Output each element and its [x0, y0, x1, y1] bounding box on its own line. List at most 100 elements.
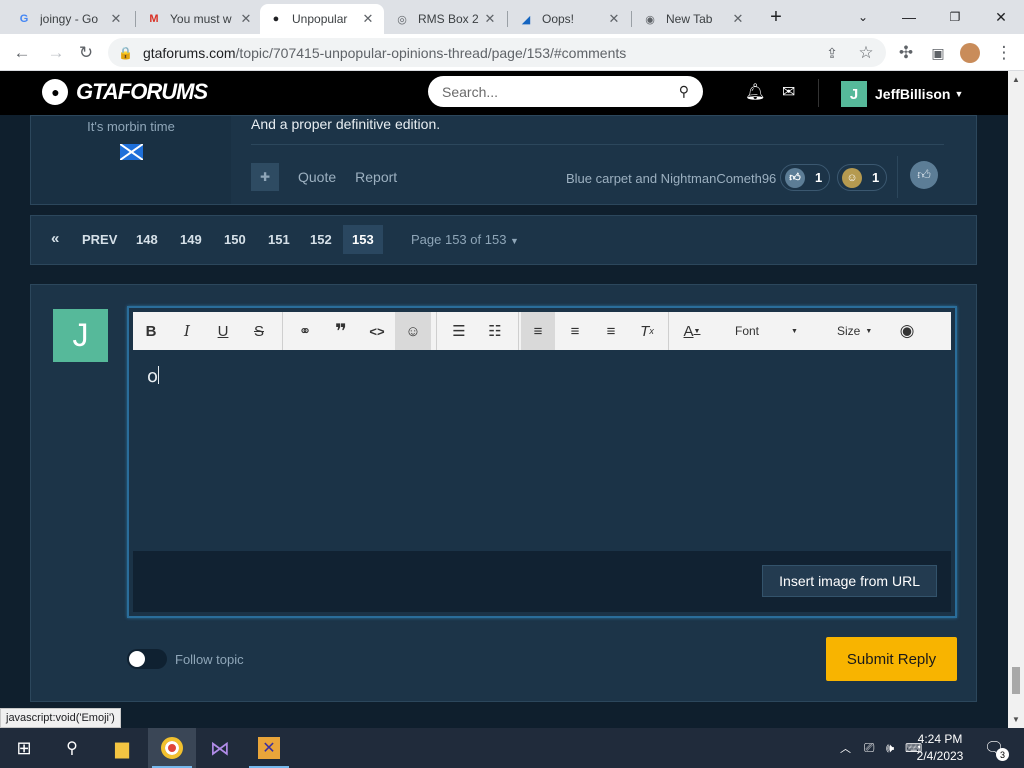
search-icon[interactable]: ⚲: [48, 728, 96, 768]
chrome-icon: ◉: [645, 13, 655, 26]
network-icon[interactable]: ⎚: [864, 728, 874, 768]
toggle-switch[interactable]: [127, 649, 167, 669]
lock-icon: 🔒: [118, 45, 133, 60]
report-link[interactable]: Report: [355, 169, 397, 185]
url-bar[interactable]: 🔒 gtaforums.com/topic/707415-unpopular-o…: [108, 38, 886, 67]
page-link[interactable]: 150: [224, 232, 246, 247]
forward-arrow-icon[interactable]: →: [44, 41, 68, 65]
bulleted-list-icon[interactable]: ☰: [441, 312, 477, 350]
search-input[interactable]: Search... ⚲: [428, 76, 703, 107]
bold-icon[interactable]: B: [133, 312, 169, 350]
reply-box: J B I U S ⚭ ❞ <> ☺ ☰ ☷ ≡ ≡ ≡ Tx A ▼ Font…: [30, 284, 977, 702]
insert-image-url-button[interactable]: Insert image from URL: [762, 565, 937, 597]
clear-format-icon[interactable]: Tx: [629, 312, 665, 350]
size-dropdown[interactable]: Size ▼: [837, 312, 872, 350]
bookmark-star-icon[interactable]: ☆: [854, 41, 878, 65]
page-link[interactable]: 148: [136, 232, 158, 247]
tab-oops[interactable]: ◢ Oops! ✕: [510, 4, 630, 34]
forum-post: It's morbin time And a proper definitive…: [30, 115, 977, 205]
back-arrow-icon[interactable]: ←: [10, 41, 34, 65]
tab-google-search[interactable]: G joingy - Go ✕: [8, 4, 132, 34]
submit-reply-button[interactable]: Submit Reply: [826, 637, 957, 681]
scroll-down-arrow-icon[interactable]: ▼: [1012, 715, 1020, 724]
notification-center-icon[interactable]: 🗨︎ 3: [984, 728, 1009, 768]
search-icon[interactable]: ⚲: [679, 83, 689, 100]
code-icon[interactable]: <>: [359, 312, 395, 350]
align-left-icon[interactable]: ≡: [521, 312, 555, 350]
react-button-icon[interactable]: 👍︎: [910, 161, 938, 189]
quote-link[interactable]: Quote: [298, 169, 336, 185]
user-menu[interactable]: J JeffBillison ▼: [841, 81, 963, 107]
xampp-icon[interactable]: ✕: [245, 728, 293, 768]
taskbar-clock[interactable]: 4:24 PM 2/4/2023: [910, 731, 970, 765]
numbered-list-icon[interactable]: ☷: [477, 312, 513, 350]
link-status-bubble: javascript:void('Emoji'): [0, 708, 121, 728]
site-header: ● GTAFORUMS Search... ⚲ 🔔︎ ✉ J JeffBilli…: [0, 71, 1008, 115]
windows-start-icon[interactable]: ⊞: [0, 728, 48, 768]
scroll-up-arrow-icon[interactable]: ▲: [1012, 75, 1020, 84]
tray-overflow-chevron-icon[interactable]: ︿: [840, 728, 851, 768]
share-icon[interactable]: ⇪: [820, 41, 844, 65]
page-link[interactable]: 151: [268, 232, 290, 247]
emoji-icon[interactable]: ☺: [395, 312, 431, 350]
new-tab-plus-icon[interactable]: +: [753, 0, 799, 34]
rich-text-editor[interactable]: B I U S ⚭ ❞ <> ☺ ☰ ☷ ≡ ≡ ≡ Tx A ▼ Font ▼…: [127, 306, 957, 618]
reaction-face-count[interactable]: ☺ 1: [837, 164, 887, 191]
restore-icon[interactable]: ❐: [932, 0, 978, 34]
scrollbar-thumb[interactable]: [1012, 667, 1020, 694]
multiquote-plus-icon[interactable]: ✚: [251, 163, 279, 191]
editor-content[interactable]: o: [147, 366, 160, 387]
close-window-icon[interactable]: ✕: [978, 0, 1024, 34]
prev-page-link[interactable]: PREV: [82, 232, 117, 247]
chrome-taskbar-icon[interactable]: [148, 728, 196, 768]
scotland-flag-icon: [120, 144, 143, 160]
first-page-double-chevron-icon[interactable]: «: [51, 230, 59, 247]
visual-studio-icon[interactable]: ⋈: [196, 728, 244, 768]
close-tab-icon[interactable]: ✕: [360, 11, 376, 27]
profile-avatar[interactable]: [958, 41, 982, 65]
page-link[interactable]: 149: [180, 232, 202, 247]
quote-icon[interactable]: ❞: [323, 312, 359, 350]
underline-icon[interactable]: U: [205, 312, 241, 350]
current-page[interactable]: 153: [343, 225, 383, 254]
side-panel-icon[interactable]: ▣: [926, 41, 950, 65]
font-dropdown[interactable]: Font ▼: [735, 312, 798, 350]
text-color-icon[interactable]: A ▼: [677, 312, 707, 350]
minimize-icon[interactable]: —: [886, 0, 932, 34]
chrome-menu-icon[interactable]: ⋮: [992, 41, 1016, 65]
site-logo[interactable]: ● GTAFORUMS: [42, 79, 208, 105]
close-tab-icon[interactable]: ✕: [606, 11, 622, 27]
page-link[interactable]: 152: [310, 232, 332, 247]
close-tab-icon[interactable]: ✕: [108, 11, 124, 27]
text-caret: [158, 366, 160, 384]
close-tab-icon[interactable]: ✕: [730, 11, 746, 27]
reload-icon[interactable]: ↻: [74, 41, 98, 65]
logo-text: GTAFORUMS: [76, 79, 208, 104]
page-jump-dropdown[interactable]: Page 153 of 153 ▼: [411, 232, 519, 247]
caret-down-icon: ▼: [510, 236, 519, 246]
tab-gmail[interactable]: M You must w ✕: [138, 4, 262, 34]
page-scrollbar[interactable]: ▲ ▼: [1008, 71, 1024, 731]
tab-new-tab[interactable]: ◉ New Tab ✕: [634, 4, 754, 34]
close-tab-icon[interactable]: ✕: [482, 11, 498, 27]
bell-icon[interactable]: 🔔︎: [745, 82, 765, 102]
tab-title: You must w: [170, 12, 232, 26]
preview-eye-icon[interactable]: ◉: [889, 312, 925, 350]
reaction-users[interactable]: Blue carpet and NightmanCometh96: [566, 171, 776, 186]
volume-icon[interactable]: 🕪︎: [886, 728, 894, 768]
tab-rms-box[interactable]: ◎ RMS Box 2 ✕: [386, 4, 506, 34]
strikethrough-icon[interactable]: S: [241, 312, 277, 350]
envelope-icon[interactable]: ✉: [782, 82, 795, 102]
tab-unpopular-opinions[interactable]: ● Unpopular ✕: [260, 4, 384, 34]
close-tab-icon[interactable]: ✕: [238, 11, 254, 27]
tab-search-chevron-icon[interactable]: ⌄: [840, 0, 886, 34]
follow-topic-toggle[interactable]: Follow topic: [127, 649, 244, 669]
align-right-icon[interactable]: ≡: [593, 312, 629, 350]
extensions-puzzle-icon[interactable]: ✣: [894, 41, 918, 65]
file-explorer-icon[interactable]: ▆: [98, 728, 146, 768]
search-placeholder: Search...: [442, 83, 499, 100]
reaction-like-count[interactable]: 👍︎ 1: [780, 164, 830, 191]
align-center-icon[interactable]: ≡: [557, 312, 593, 350]
italic-icon[interactable]: I: [169, 312, 205, 350]
link-icon[interactable]: ⚭: [287, 312, 323, 350]
